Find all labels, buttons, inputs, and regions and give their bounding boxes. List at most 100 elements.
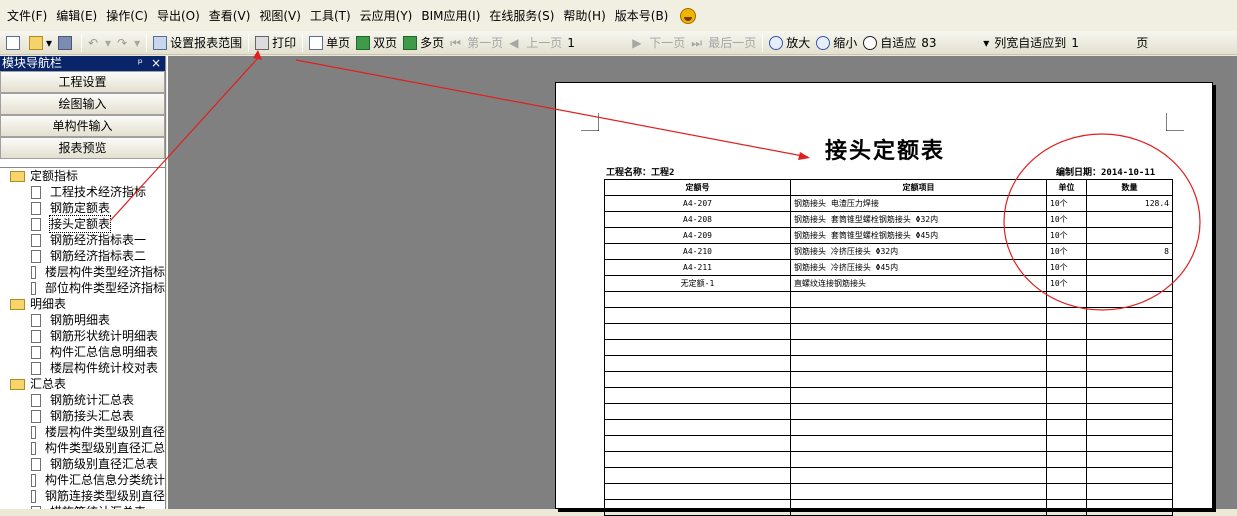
table-cell (1086, 307, 1173, 324)
table-row-empty (604, 499, 1173, 516)
document-icon (31, 409, 41, 423)
tree-item-label: 钢筋统计汇总表 (50, 393, 135, 407)
table-cell: 10个 (1046, 195, 1087, 212)
next-page-button[interactable]: ▶ 下一页 (629, 33, 688, 53)
tree-folder[interactable]: 定额指标 (0, 168, 165, 184)
redo-button[interactable]: ↷ ▾ (114, 33, 143, 53)
menu-item[interactable]: 工具(T) (307, 6, 357, 26)
tree-item[interactable]: 接头定额表 (0, 215, 165, 233)
table-cell (1046, 323, 1087, 340)
menu-item[interactable]: 云应用(Y) (357, 6, 419, 26)
tree-item[interactable]: 钢筋明细表 (0, 312, 165, 328)
last-page-button[interactable]: ⏭ 最后一页 (688, 33, 759, 53)
menu-item[interactable]: 在线服务(S) (486, 6, 560, 26)
menu-item[interactable]: 文件(F) (4, 6, 53, 26)
menu-item[interactable]: 编辑(E) (53, 6, 103, 26)
column-header: 单位 (1046, 179, 1087, 196)
first-page-button[interactable]: ⏮ 第一页 (447, 33, 506, 53)
tree-item[interactable]: 钢筋统计汇总表 (0, 392, 165, 408)
tree-item[interactable]: 钢筋连接类型级别直径 (0, 488, 165, 504)
table-row-empty (604, 403, 1173, 420)
module-button[interactable]: 绘图输入 (0, 93, 165, 115)
tree-item[interactable]: 钢筋经济指标表二 (0, 248, 165, 264)
single-page-button[interactable]: 单页 (306, 33, 353, 53)
prev-page-button[interactable]: ◀ 上一页 (506, 33, 565, 53)
zoom-out-label: 缩小 (833, 36, 858, 50)
menu-item[interactable]: 导出(O) (154, 6, 206, 26)
fit-label: 自适应 (880, 36, 917, 50)
tree-item[interactable]: 楼层构件类型级别直径 (0, 424, 165, 440)
tree-item[interactable]: 钢筋级别直径汇总表 (0, 456, 165, 472)
menu-item[interactable]: 帮助(H) (560, 6, 611, 26)
table-row-empty (604, 467, 1173, 484)
tree-item[interactable]: 措施筋统计汇总表 (0, 504, 165, 509)
module-button[interactable]: 报表预览 (0, 137, 165, 159)
table-cell (604, 499, 791, 516)
tree-folder[interactable]: 明细表 (0, 296, 165, 312)
folder-icon (10, 170, 25, 182)
pin-icon[interactable]: ᵖ (138, 56, 143, 71)
tree-item[interactable]: 构件类型级别直径汇总 (0, 440, 165, 456)
double-page-button[interactable]: 双页 (353, 33, 400, 53)
undo-button[interactable]: ↶ ▾ (85, 33, 114, 53)
set-report-range-button[interactable]: 设置报表范围 (150, 33, 245, 53)
fit-button[interactable]: 自适应 (860, 33, 919, 53)
table-cell (1086, 275, 1173, 292)
page-unit-label: 页 (1136, 36, 1149, 50)
tree-item[interactable]: 构件汇总信息明细表 (0, 344, 165, 360)
open-button[interactable]: ▾ (26, 33, 55, 53)
multi-page-button[interactable]: 多页 (400, 33, 447, 53)
module-button[interactable]: 单构件输入 (0, 115, 165, 137)
table-cell (790, 435, 1047, 452)
menu-item[interactable]: 查看(V) (206, 6, 257, 26)
tree-item[interactable]: 钢筋定额表 (0, 200, 165, 216)
save-button[interactable] (55, 33, 78, 53)
tree-item-label: 工程技术经济指标 (50, 185, 147, 199)
tree-item-label: 钢筋明细表 (50, 313, 111, 327)
zoom-in-button[interactable]: 放大 (766, 33, 813, 53)
tree-item-label: 部位构件类型经济指标 (44, 281, 165, 295)
table-cell (604, 371, 791, 388)
col-fit-input[interactable] (1069, 33, 1134, 52)
tree-item[interactable]: 楼层构件类型经济指标 (0, 264, 165, 280)
avatar-icon[interactable] (680, 7, 697, 24)
menu-item[interactable]: 操作(C) (103, 6, 154, 26)
tree-folder[interactable]: 汇总表 (0, 376, 165, 392)
document-icon (31, 313, 41, 327)
tree-item[interactable]: 部位构件类型经济指标 (0, 280, 165, 296)
menu-item[interactable]: BIM应用(I) (418, 6, 486, 26)
last-page-icon: ⏭ (691, 35, 703, 50)
tree-item[interactable]: 钢筋接头汇总表 (0, 408, 165, 424)
module-button[interactable]: 工程设置 (0, 71, 165, 93)
table-cell (1046, 371, 1087, 388)
tree-item[interactable]: 钢筋形状统计明细表 (0, 328, 165, 344)
document-icon (31, 233, 41, 247)
tree-item[interactable]: 构件汇总信息分类统计 (0, 472, 165, 488)
first-page-icon: ⏮ (450, 35, 461, 50)
tree-item[interactable]: 楼层构件统计校对表 (0, 360, 165, 376)
menu-item[interactable]: 版本号(B) (612, 6, 675, 26)
menu-item[interactable]: 视图(V) (256, 6, 307, 26)
table-cell: A4-208 (604, 211, 791, 228)
table-cell (604, 387, 791, 404)
zoom-in-icon (769, 35, 784, 50)
page-number-input[interactable] (565, 33, 630, 52)
print-button[interactable]: 打印 (252, 33, 299, 53)
table-row-empty (604, 483, 1173, 500)
zoom-out-icon (816, 35, 831, 50)
zoom-select[interactable]: 83 ▾ (919, 34, 991, 52)
table-cell (790, 467, 1047, 484)
tree-item-label: 钢筋形状统计明细表 (50, 329, 159, 343)
new-doc-button[interactable] (3, 33, 26, 53)
zoom-out-button[interactable]: 缩小 (813, 33, 860, 53)
table-row-empty (604, 323, 1173, 340)
tree-item[interactable]: 工程技术经济指标 (0, 184, 165, 200)
table-cell (790, 323, 1047, 340)
folder-icon (10, 378, 25, 390)
single-page-label: 单页 (326, 36, 351, 50)
table-row: A4-207 钢筋接头 电渣压力焊接 10个 128.4 (604, 195, 1173, 212)
table-cell (1086, 467, 1173, 484)
tree-item[interactable]: 钢筋经济指标表一 (0, 232, 165, 248)
close-icon[interactable]: × (151, 56, 161, 71)
document-icon (31, 217, 41, 231)
